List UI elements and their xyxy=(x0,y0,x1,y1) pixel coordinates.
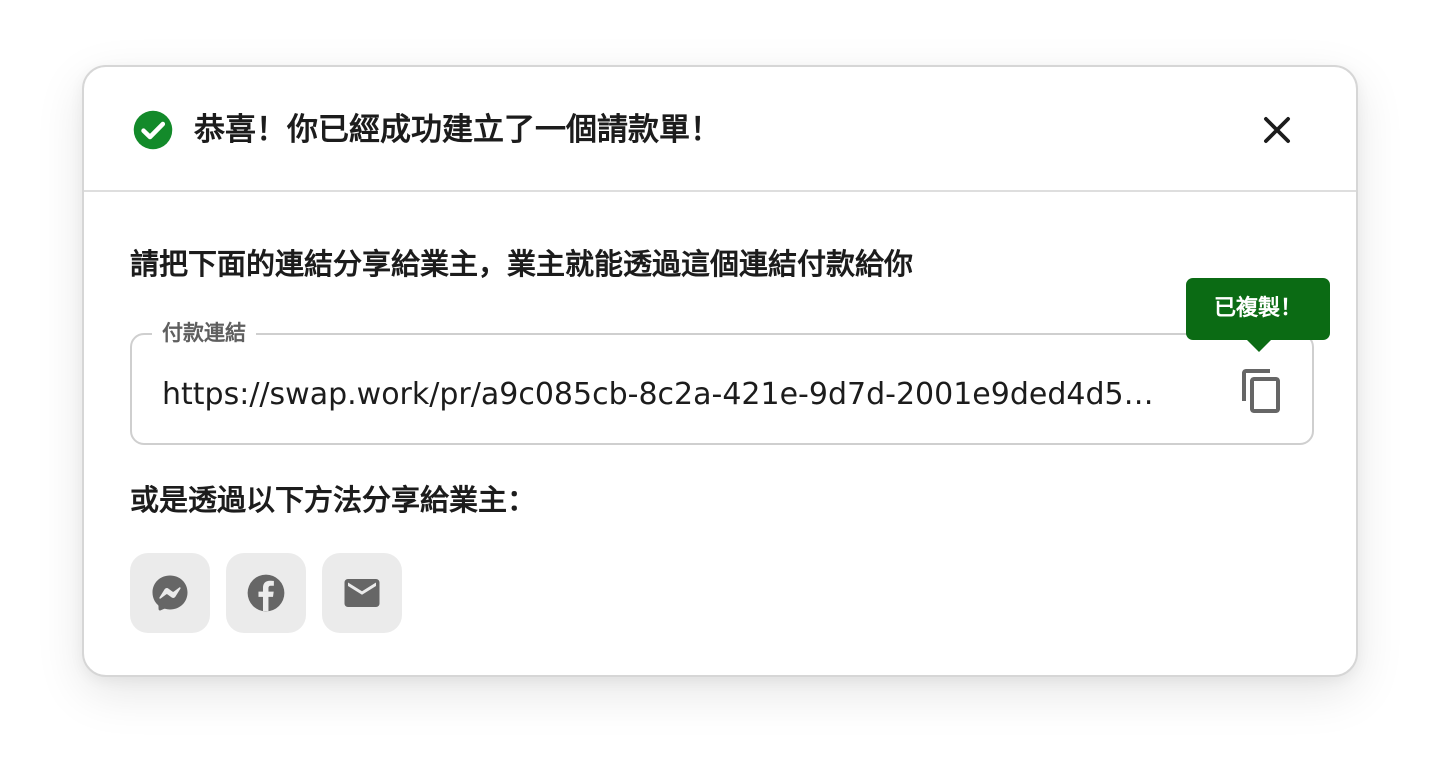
dialog-title: 恭喜！你已經成功建立了一個請款單！ xyxy=(194,112,721,148)
close-icon[interactable] xyxy=(1258,111,1296,149)
payment-link-field[interactable]: 付款連結 https://swap.work/pr/a9c085cb-8c2a-… xyxy=(130,318,1314,445)
copy-icon[interactable] xyxy=(1238,367,1286,415)
share-instruction: 請把下面的連結分享給業主，業主就能透過這個連結付款給你 xyxy=(130,247,914,281)
share-email-button[interactable] xyxy=(322,553,402,633)
payment-request-dialog: 恭喜！你已經成功建立了一個請款單！ 請把下面的連結分享給業主，業主就能透過這個連… xyxy=(82,65,1358,677)
messenger-icon xyxy=(152,575,188,611)
share-messenger-button[interactable] xyxy=(130,553,210,633)
share-methods-label: 或是透過以下方法分享給業主： xyxy=(130,483,537,517)
email-icon xyxy=(344,579,380,607)
payment-link-value[interactable]: https://swap.work/pr/a9c085cb-8c2a-421e-… xyxy=(162,373,1162,417)
copied-tooltip-text: 已複製！ xyxy=(1213,296,1302,321)
check-circle-icon xyxy=(133,110,173,150)
copied-tooltip: 已複製！ xyxy=(1186,278,1330,352)
tooltip-arrow xyxy=(1246,339,1272,352)
dialog-header: 恭喜！你已經成功建立了一個請款單！ xyxy=(84,67,1356,192)
facebook-icon xyxy=(247,574,285,612)
share-facebook-button[interactable] xyxy=(226,553,306,633)
payment-link-legend: 付款連結 xyxy=(152,318,256,348)
